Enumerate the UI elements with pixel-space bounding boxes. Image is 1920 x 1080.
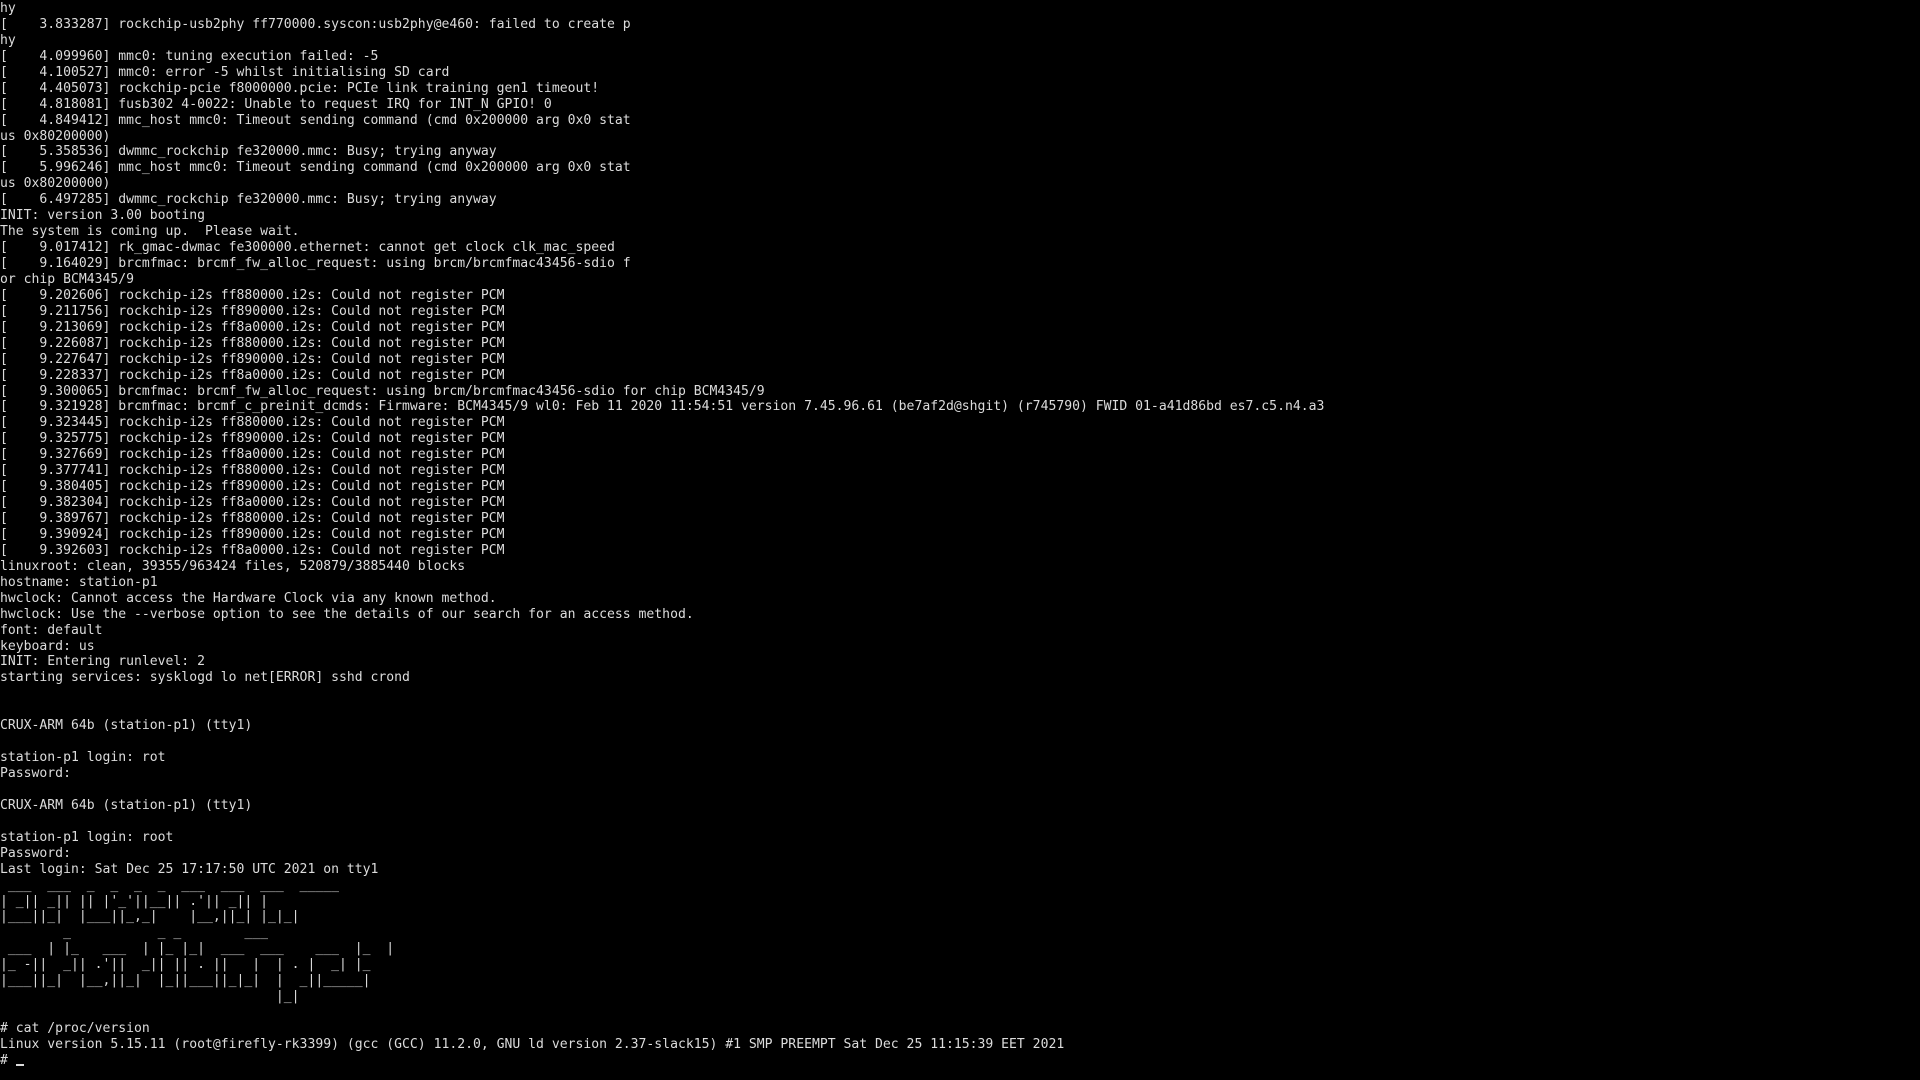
console-line: [ 4.100527] mmc0: error -5 whilst initia… (0, 64, 450, 80)
console-output: hy[ 3.833287] rockchip-usb2phy ff770000.… (0, 1, 1920, 1079)
console-line: [ 4.818081] fusb302 4-0022: Unable to re… (0, 96, 552, 112)
console-line: starting services: sysklogd lo net[ERROR… (0, 670, 410, 686)
console-line: [ 9.382304] rockchip-i2s ff8a0000.i2s: C… (0, 495, 505, 511)
console-line: _ _ _ ___ (0, 925, 269, 941)
console-line: Password: (0, 845, 71, 861)
console-line: INIT: version 3.00 booting (0, 208, 205, 224)
console-line: [ 9.228337] rockchip-i2s ff8a0000.i2s: C… (0, 367, 505, 383)
console-line: or chip BCM4345/9 (0, 271, 135, 287)
console-line: hwclock: Use the --verbose option to see… (0, 606, 694, 622)
console-line: linuxroot: clean, 39355/963424 files, 52… (0, 558, 466, 574)
console-line: [ 9.017412] rk_gmac-dwmac fe300000.ether… (0, 240, 615, 256)
console-line: [ 9.300065] brcmfmac: brcmf_fw_alloc_req… (0, 383, 765, 399)
console-line: # cat /proc/version (0, 1021, 150, 1036)
console-line: [ 3.833287] rockchip-usb2phy ff770000.sy… (0, 16, 631, 32)
console-line: Password: (0, 766, 71, 781)
console-line: [ 9.202606] rockchip-i2s ff880000.i2s: C… (0, 287, 505, 303)
console-line: INIT: Entering runlevel: 2 (0, 654, 205, 670)
console-line: |___||_| |___||_,_| |__,||_| |_|_| (0, 909, 300, 925)
console-line: hy (0, 1, 16, 16)
console-line: [ 5.996246] mmc_host mmc0: Timeout sendi… (0, 160, 631, 176)
terminal-screen: hy[ 3.833287] rockchip-usb2phy ff770000.… (0, 0, 1920, 1080)
console-line: station-p1 login: root (0, 829, 174, 845)
console-line: |___||_| |__,||_| |_||___||_|_| | _||___… (0, 973, 371, 989)
console-line: CRUX-ARM 64b (station-p1) (tty1) (0, 718, 253, 734)
console-line: [ 9.390924] rockchip-i2s ff890000.i2s: C… (0, 526, 505, 542)
console-line: us 0x80200000) (0, 176, 111, 192)
console-line: [ 9.211756] rockchip-i2s ff890000.i2s: C… (0, 303, 505, 319)
console-line: [ 9.226087] rockchip-i2s ff880000.i2s: C… (0, 335, 505, 351)
console-line: [ 9.321928] brcmfmac: brcmf_c_preinit_dc… (0, 399, 1325, 415)
console-line: The system is coming up. Please wait. (0, 224, 300, 240)
console-line: [ 9.323445] rockchip-i2s ff880000.i2s: C… (0, 415, 505, 431)
console-line: hwclock: Cannot access the Hardware Cloc… (0, 590, 497, 606)
console-line: hy (0, 32, 16, 48)
shell-prompt-line[interactable]: # (0, 1053, 1920, 1069)
console-line: [ 5.358536] dwmmc_rockchip fe320000.mmc:… (0, 144, 497, 160)
console-line: | _|| _|| || |'_'||__|| .'|| _|| | (0, 893, 269, 909)
console-line: ___ ___ _ _ _ _ ___ ___ ___ _____ (0, 877, 339, 893)
console-line: ___ | |_ ___ | |_ |_| ___ ___ ___ |_ | (0, 941, 395, 957)
console-line: [ 9.327669] rockchip-i2s ff8a0000.i2s: C… (0, 447, 505, 463)
console-line: |_ -|| _|| .'|| _|| || . || | | . | _| |… (0, 957, 371, 973)
console-line: keyboard: us (0, 638, 95, 654)
console-line: [ 9.380405] rockchip-i2s ff890000.i2s: C… (0, 479, 505, 495)
console-line: [ 4.849412] mmc_host mmc0: Timeout sendi… (0, 112, 631, 128)
console-line: |_| (0, 989, 300, 1005)
console-line: font: default (0, 622, 103, 638)
console-line: [ 9.164029] brcmfmac: brcmf_fw_alloc_req… (0, 256, 631, 271)
console-line: CRUX-ARM 64b (station-p1) (tty1) (0, 797, 253, 813)
text-cursor (15, 1063, 24, 1066)
console-line: Linux version 5.15.11 (root@firefly-rk33… (0, 1036, 1065, 1052)
console-line: [ 9.392603] rockchip-i2s ff8a0000.i2s: C… (0, 542, 505, 558)
console-line: station-p1 login: rot (0, 750, 166, 766)
console-line: [ 9.377741] rockchip-i2s ff880000.i2s: C… (0, 463, 505, 479)
console-line: [ 6.497285] dwmmc_rockchip fe320000.mmc:… (0, 192, 497, 208)
console-line: [ 9.325775] rockchip-i2s ff890000.i2s: C… (0, 431, 505, 447)
console-line: [ 4.405073] rockchip-pcie f8000000.pcie:… (0, 80, 600, 96)
console-line: us 0x80200000) (0, 128, 111, 144)
console-line: [ 9.389767] rockchip-i2s ff880000.i2s: C… (0, 511, 505, 526)
console-line: hostname: station-p1 (0, 574, 158, 590)
console-line: [ 9.213069] rockchip-i2s ff8a0000.i2s: C… (0, 319, 505, 335)
console-line: Last login: Sat Dec 25 17:17:50 UTC 2021… (0, 861, 379, 877)
shell-prompt: # (0, 1052, 16, 1068)
console-line: [ 9.227647] rockchip-i2s ff890000.i2s: C… (0, 351, 505, 367)
console-line: [ 4.099960] mmc0: tuning execution faile… (0, 48, 379, 64)
